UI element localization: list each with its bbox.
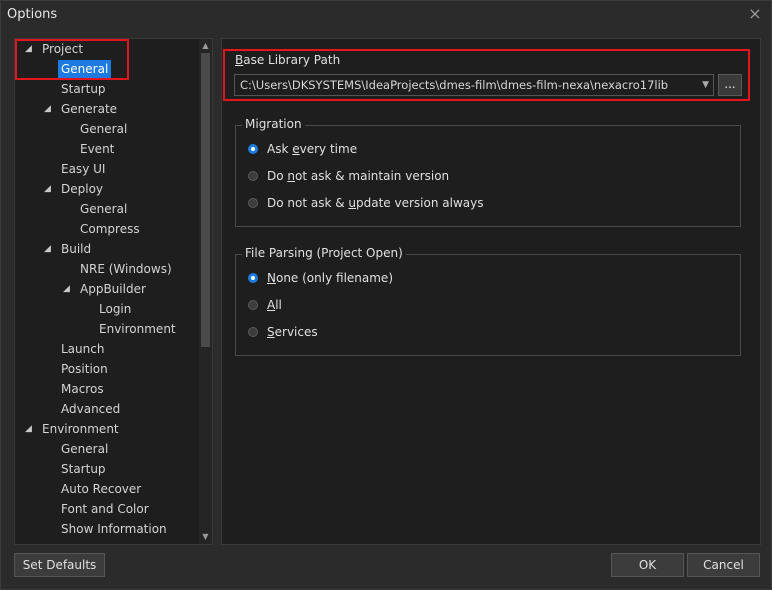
tree-scrollbar[interactable]: ▲ ▼	[199, 39, 212, 544]
options-content-panel: Base Library Path C:\Users\DKSYSTEMS\Ide…	[221, 38, 761, 545]
base-library-path-label: Base Library Path	[235, 53, 341, 67]
expand-arrow-icon[interactable]: ◢	[25, 420, 37, 438]
radio-unchecked-icon	[248, 171, 258, 181]
file-parsing-group: File Parsing (Project Open) None (only f…	[235, 246, 741, 356]
radio-checked-icon	[248, 144, 258, 154]
set-defaults-button[interactable]: Set Defaults	[14, 553, 105, 577]
expand-arrow-icon[interactable]: ◢	[63, 280, 75, 298]
options-tree[interactable]: ◢ Project General Startup ◢ Generate Gen…	[14, 38, 213, 545]
cancel-button[interactable]: Cancel	[687, 553, 760, 577]
scroll-up-icon[interactable]: ▲	[199, 39, 212, 53]
migration-group: Migration Ask every time Do not ask & ma…	[235, 117, 741, 227]
browse-button[interactable]: ...	[718, 74, 742, 96]
expand-arrow-icon[interactable]: ◢	[25, 40, 37, 58]
scroll-down-icon[interactable]: ▼	[199, 530, 212, 544]
close-icon[interactable]: ×	[747, 5, 763, 23]
title-bar: Options ×	[1, 1, 771, 29]
scroll-thumb[interactable]	[201, 53, 210, 347]
expand-arrow-icon[interactable]: ◢	[44, 180, 56, 198]
radio-unchecked-icon	[248, 327, 258, 337]
expand-arrow-icon[interactable]: ◢	[44, 240, 56, 258]
base-library-path-value: C:\Users\DKSYSTEMS\IdeaProjects\dmes-fil…	[240, 78, 669, 92]
options-dialog: Options × ◢ Project General Startup ◢ Ge…	[0, 0, 772, 590]
window-title: Options	[7, 7, 58, 22]
migration-legend: Migration	[242, 117, 305, 131]
radio-checked-icon	[248, 273, 258, 283]
file-parsing-legend: File Parsing (Project Open)	[242, 246, 406, 260]
expand-arrow-icon[interactable]: ◢	[44, 100, 56, 118]
chevron-down-icon[interactable]: ▼	[702, 75, 709, 95]
base-library-path-combobox[interactable]: C:\Users\DKSYSTEMS\IdeaProjects\dmes-fil…	[234, 74, 714, 96]
ok-button[interactable]: OK	[611, 553, 684, 577]
radio-unchecked-icon	[248, 198, 258, 208]
radio-unchecked-icon	[248, 300, 258, 310]
